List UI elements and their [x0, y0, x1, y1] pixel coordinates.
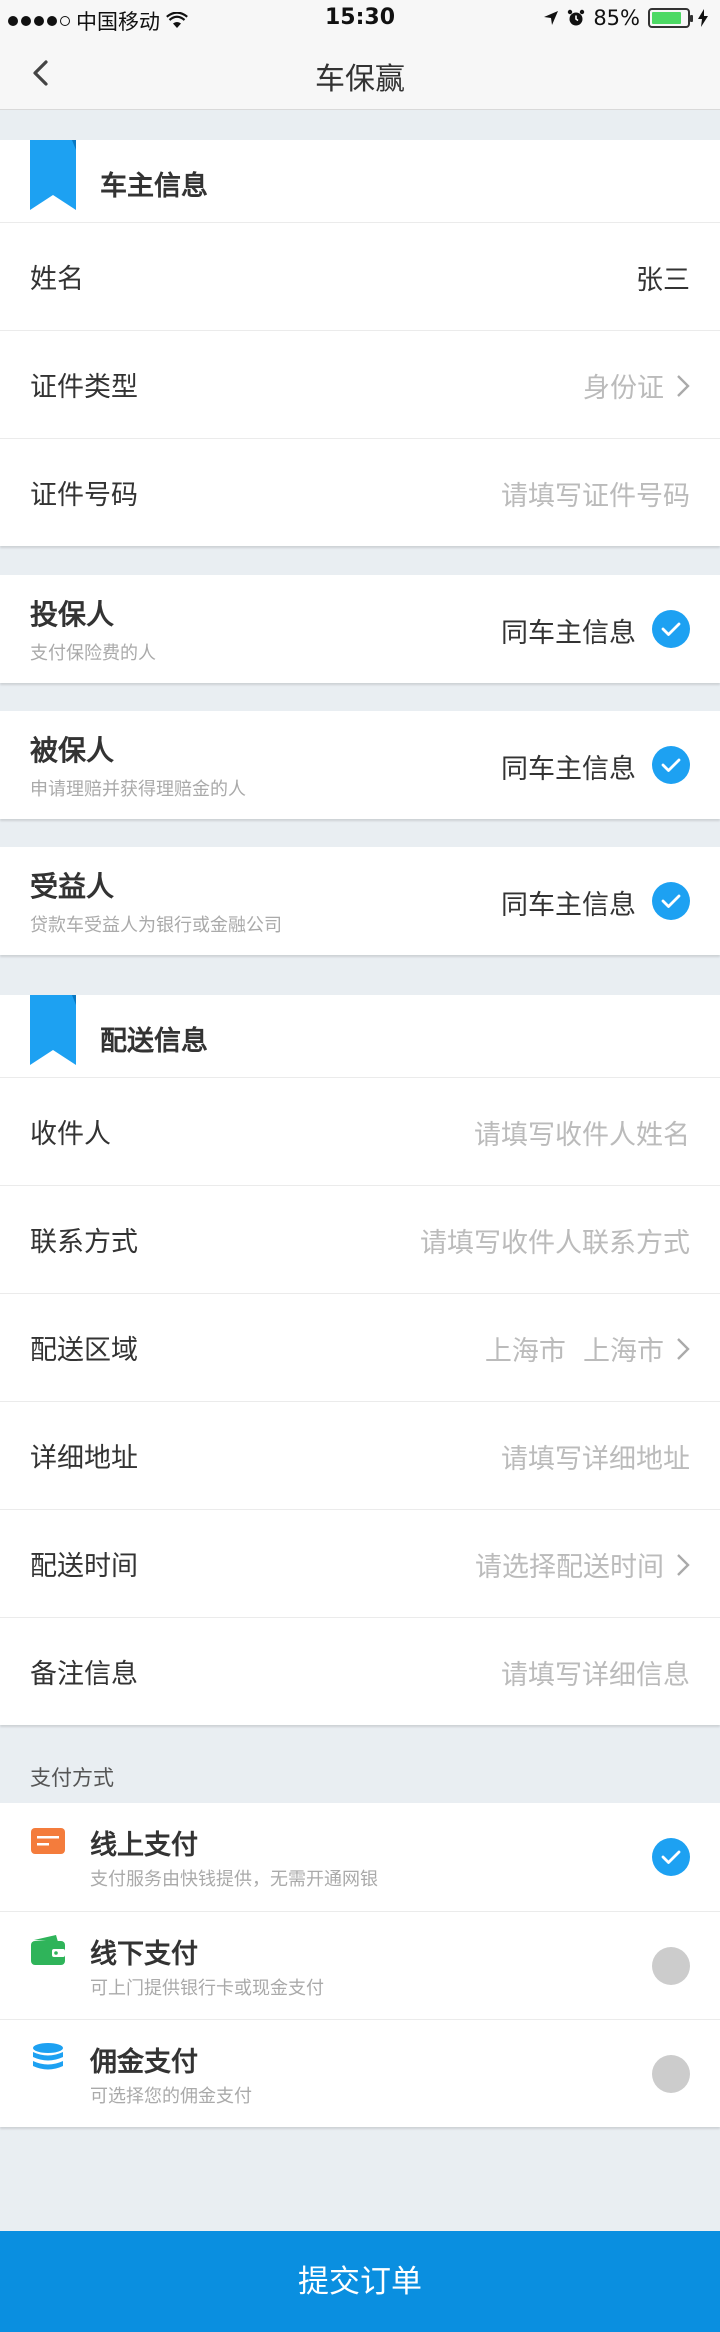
party-desc: 贷款车受益人为银行或金融公司	[30, 915, 282, 936]
delivery-section-title: 配送信息	[100, 1026, 208, 1057]
policy-holder-card[interactable]: 投保人 支付保险费的人 同车主信息	[0, 575, 720, 683]
payment-option-commission[interactable]: 佣金支付 可选择您的佣金支付	[0, 2019, 720, 2127]
payment-card: 线上支付 支付服务由快钱提供，无需开通网银 线下支付 可上门提供银行卡或现金支付…	[0, 1803, 720, 2127]
id-type-value: 身份证	[583, 373, 664, 404]
battery-icon	[648, 8, 693, 28]
address-input[interactable]: 请填写详细地址	[501, 1437, 690, 1476]
owner-name-row[interactable]: 姓名 张三	[0, 222, 720, 330]
checkmark-icon[interactable]	[652, 882, 690, 920]
checkmark-icon[interactable]	[652, 1838, 690, 1876]
recipient-input[interactable]: 请填写收件人姓名	[474, 1113, 690, 1152]
payment-section-label: 支付方式	[30, 1766, 114, 1790]
recipient-row[interactable]: 收件人 请填写收件人姓名	[0, 1077, 720, 1185]
row-label: 姓名	[30, 264, 84, 295]
delivery-time-row[interactable]: 配送时间 请选择配送时间	[0, 1509, 720, 1617]
row-label: 详细地址	[30, 1443, 138, 1474]
row-label: 备注信息	[30, 1659, 138, 1690]
payment-desc: 支付服务由快钱提供，无需开通网银	[90, 1869, 378, 1890]
owner-section-title: 车主信息	[100, 171, 208, 202]
payment-name: 线上支付	[90, 1830, 198, 1861]
address-row[interactable]: 详细地址 请填写详细地址	[0, 1401, 720, 1509]
wallet-icon	[31, 1935, 65, 1965]
delivery-area-value: 上海市 上海市	[484, 1336, 664, 1367]
same-as-owner-label: 同车主信息	[501, 890, 636, 921]
location-arrow-icon	[544, 11, 559, 25]
party-name: 被保人	[30, 734, 115, 767]
nav-bar: 车保赢	[0, 38, 720, 110]
party-desc: 支付保险费的人	[30, 643, 156, 664]
row-label: 收件人	[30, 1119, 111, 1150]
remark-input[interactable]: 请填写详细信息	[501, 1653, 690, 1692]
chevron-right-icon	[677, 1337, 690, 1360]
battery-percent: 85%	[593, 6, 640, 30]
delivery-time-value: 请选择配送时间	[475, 1552, 664, 1583]
radio-unselected-icon[interactable]	[652, 1947, 690, 1985]
page-title: 车保赢	[315, 62, 405, 97]
card-icon	[31, 1828, 65, 1854]
alarm-icon	[568, 9, 585, 26]
radio-unselected-icon[interactable]	[652, 2055, 690, 2093]
row-label: 配送时间	[30, 1551, 138, 1582]
delivery-info-card: 配送信息 收件人 请填写收件人姓名 联系方式 请填写收件人联系方式 配送区域 上…	[0, 995, 720, 1725]
bookmark-icon	[30, 995, 76, 1065]
party-name: 投保人	[30, 598, 115, 631]
row-label: 证件类型	[30, 372, 138, 403]
id-number-row[interactable]: 证件号码 请填写证件号码	[0, 438, 720, 546]
status-bar: 中国移动 15:30 85%	[0, 0, 720, 38]
remark-row[interactable]: 备注信息 请填写详细信息	[0, 1617, 720, 1725]
contact-input[interactable]: 请填写收件人联系方式	[420, 1221, 690, 1260]
payment-name: 佣金支付	[90, 2047, 198, 2078]
charging-icon	[698, 9, 708, 27]
beneficiary-card[interactable]: 受益人 贷款车受益人为银行或金融公司 同车主信息	[0, 847, 720, 955]
party-desc: 申请理赔并获得理赔金的人	[30, 779, 246, 800]
owner-info-card: 车主信息 姓名 张三 证件类型 身份证 证件号码 请填写证件号码	[0, 140, 720, 546]
row-label: 证件号码	[30, 480, 138, 511]
payment-desc: 可上门提供银行卡或现金支付	[90, 1978, 324, 1999]
payment-option-offline[interactable]: 线下支付 可上门提供银行卡或现金支付	[0, 1911, 720, 2019]
same-as-owner-label: 同车主信息	[501, 754, 636, 785]
submit-order-button[interactable]: 提交订单	[0, 2231, 720, 2332]
insured-card[interactable]: 被保人 申请理赔并获得理赔金的人 同车主信息	[0, 711, 720, 819]
coins-icon	[33, 2043, 63, 2070]
id-type-row[interactable]: 证件类型 身份证	[0, 330, 720, 438]
row-label: 配送区域	[30, 1335, 138, 1366]
bookmark-icon	[30, 140, 76, 210]
id-number-input[interactable]: 请填写证件号码	[501, 474, 690, 513]
party-name: 受益人	[30, 870, 115, 903]
row-label: 联系方式	[30, 1227, 138, 1258]
delivery-area-row[interactable]: 配送区域 上海市 上海市	[0, 1293, 720, 1401]
owner-name-value: 张三	[636, 265, 690, 296]
payment-desc: 可选择您的佣金支付	[90, 2086, 252, 2107]
chevron-right-icon	[677, 374, 690, 397]
checkmark-icon[interactable]	[652, 746, 690, 784]
same-as-owner-label: 同车主信息	[501, 618, 636, 649]
contact-row[interactable]: 联系方式 请填写收件人联系方式	[0, 1185, 720, 1293]
checkmark-icon[interactable]	[652, 610, 690, 648]
chevron-right-icon	[677, 1553, 690, 1576]
payment-name: 线下支付	[90, 1939, 198, 1970]
payment-option-online[interactable]: 线上支付 支付服务由快钱提供，无需开通网银	[0, 1803, 720, 1911]
